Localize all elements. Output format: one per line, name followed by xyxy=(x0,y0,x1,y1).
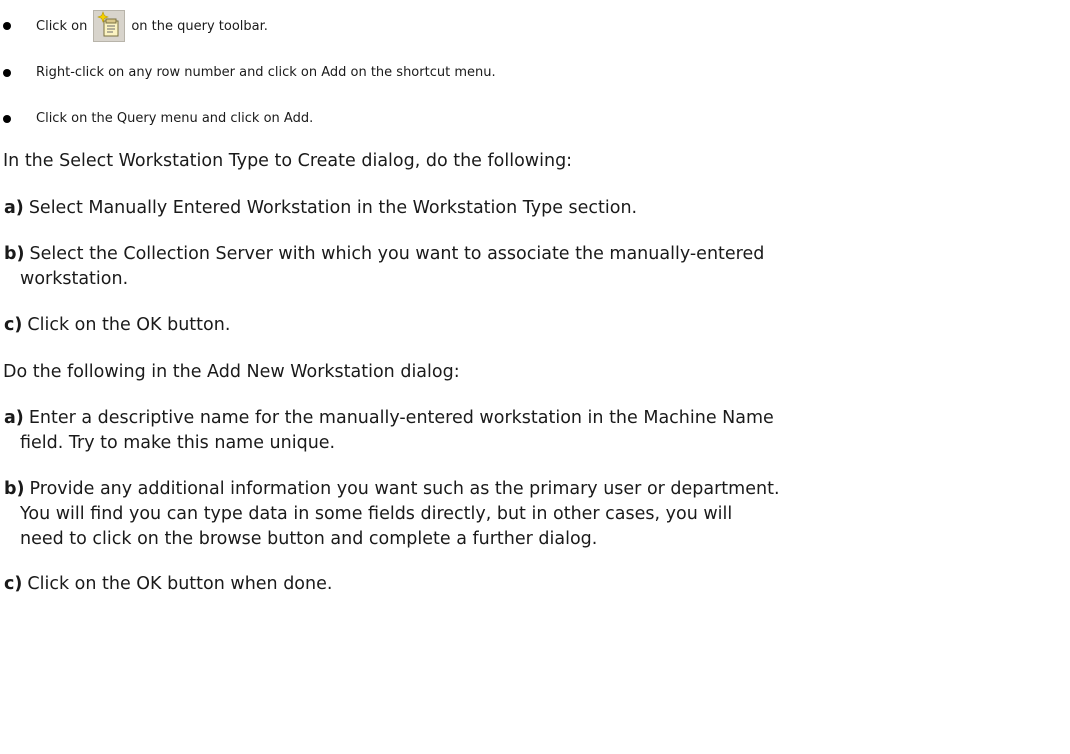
new-query-icon xyxy=(93,10,126,42)
step-label: a) xyxy=(4,408,24,428)
section1-intro: In the Select Workstation Type to Create… xyxy=(3,151,573,171)
step-text-continued: workstation. xyxy=(20,269,129,289)
section2-step-c: c) Click on the OK button when done. xyxy=(4,572,1054,597)
bullet-dot xyxy=(3,69,11,77)
bullet-text: Click on the Query menu and click on Add… xyxy=(36,111,314,126)
step-text-continued: field. Try to make this name unique. xyxy=(20,433,336,453)
section2-step-b: b) Provide any additional information you… xyxy=(4,477,1054,552)
step-text: Select the Collection Server with which … xyxy=(29,244,765,264)
section1-step-b: b) Select the Collection Server with whic… xyxy=(4,242,1054,292)
step-text: Select Manually Entered Workstation in t… xyxy=(28,198,638,218)
bullet-dot xyxy=(3,22,11,30)
bullet-text-after: on the query toolbar. xyxy=(131,18,268,34)
bullet-dot xyxy=(3,115,11,123)
section1-step-c: c) Click on the OK button. xyxy=(4,313,1054,338)
step-text-continued: need to click on the browse button and c… xyxy=(20,529,598,549)
bullet-text: Click on on the query toolbar. xyxy=(36,9,268,43)
step-text: Click on the OK button when done. xyxy=(27,574,333,594)
bullet-text-before: Click on xyxy=(36,18,88,34)
section2-intro: Do the following in the Add New Workstat… xyxy=(3,362,460,382)
bullet-text: Right-click on any row number and click … xyxy=(36,65,496,80)
step-label: c) xyxy=(4,315,23,335)
section2-step-a: a) Enter a descriptive name for the manua… xyxy=(4,406,1054,456)
step-text: Click on the OK button. xyxy=(27,315,231,335)
step-text-continued: You will find you can type data in some … xyxy=(20,504,733,524)
step-label: c) xyxy=(4,574,23,594)
document-page: Click on on the query toolbar. Right-cli… xyxy=(0,0,1070,754)
step-text: Enter a descriptive name for the manuall… xyxy=(28,408,774,428)
step-label: b) xyxy=(4,479,25,499)
step-label: a) xyxy=(4,198,24,218)
step-text: Provide any additional information you w… xyxy=(29,479,780,499)
section1-step-a: a) Select Manually Entered Workstation in… xyxy=(4,196,1054,221)
step-label: b) xyxy=(4,244,25,264)
